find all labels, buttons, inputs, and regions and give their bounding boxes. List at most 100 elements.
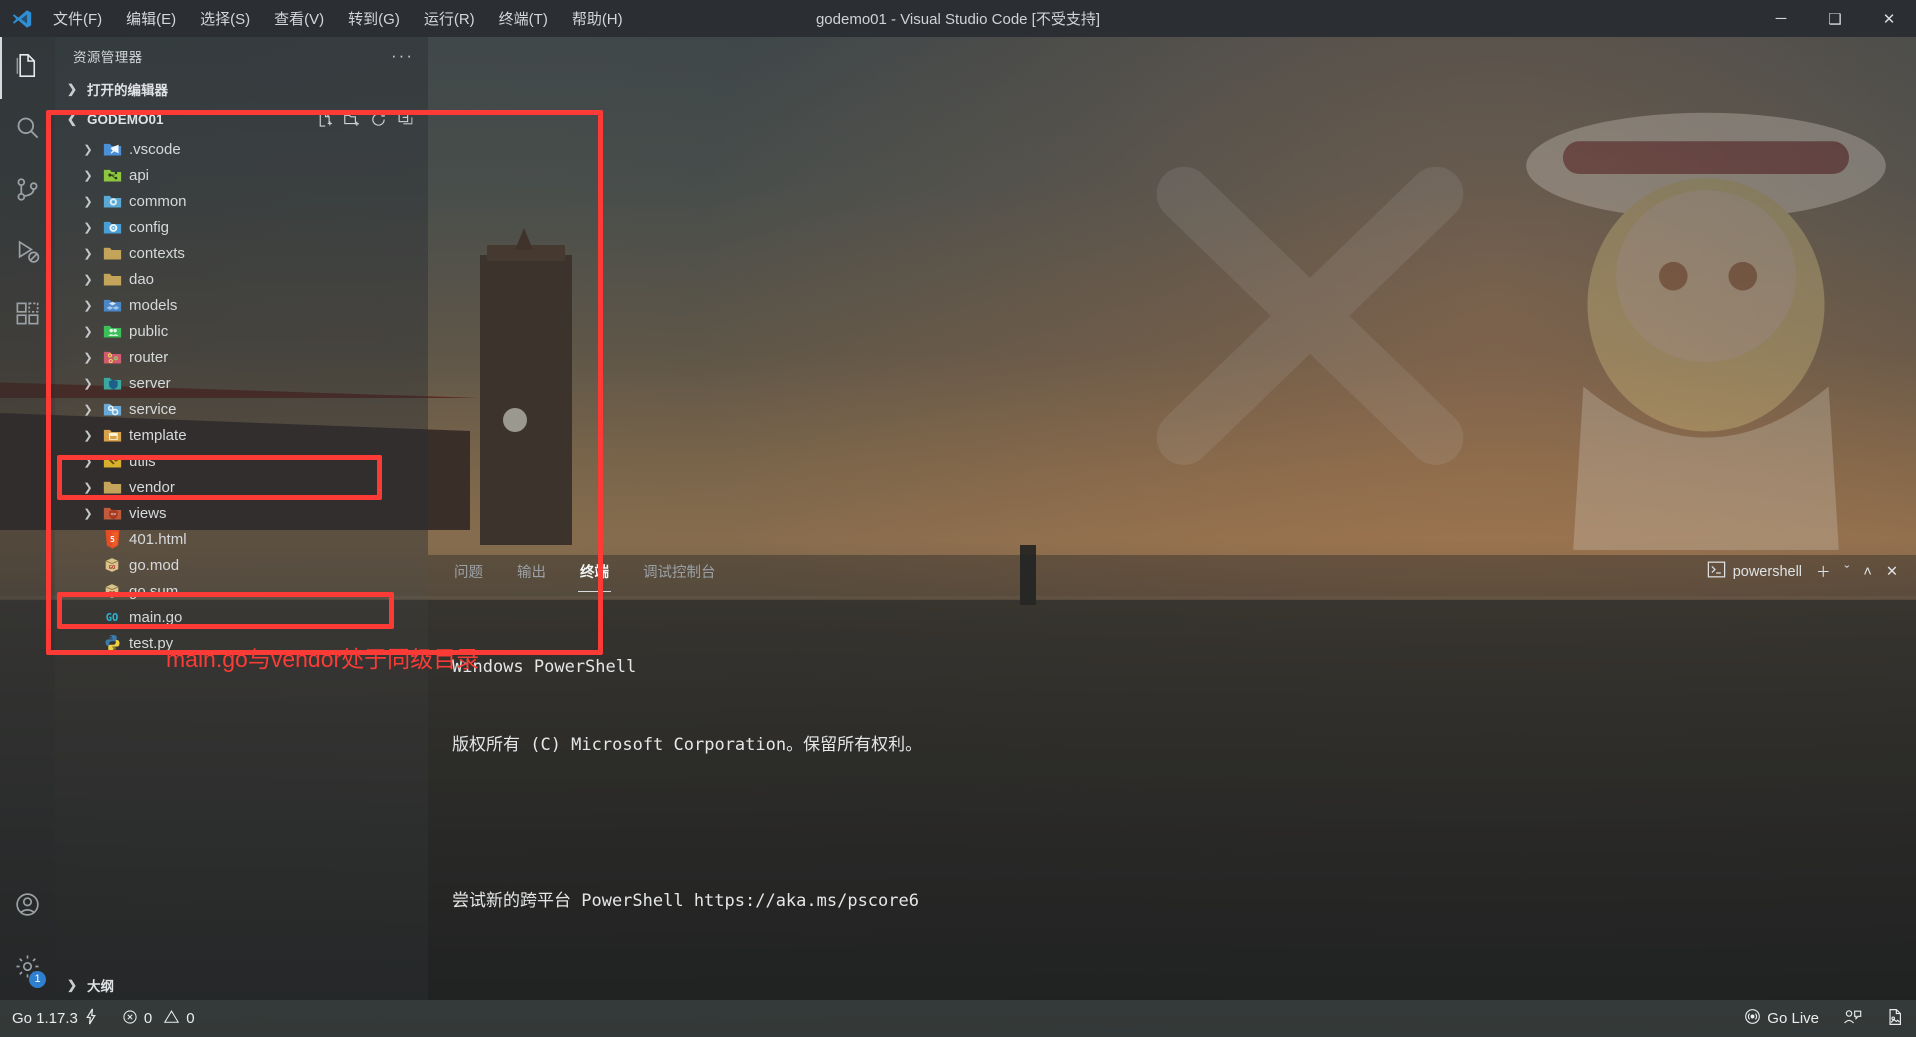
menu-selection[interactable]: 选择(S) bbox=[191, 5, 259, 32]
tab-terminal[interactable]: 终端 bbox=[578, 555, 611, 592]
tree-row-label: dao bbox=[129, 270, 155, 288]
plain-folder-icon bbox=[99, 271, 125, 288]
tree-row-server[interactable]: ❯ server bbox=[55, 370, 428, 396]
status-preview[interactable] bbox=[1874, 1000, 1916, 1037]
tab-output[interactable]: 输出 bbox=[515, 555, 548, 588]
tree-row-main-go[interactable]: ❯GOmain.go bbox=[55, 604, 428, 630]
close-button[interactable]: ✕ bbox=[1862, 0, 1916, 37]
tree-row-contexts[interactable]: ❯ contexts bbox=[55, 240, 428, 266]
menu-edit[interactable]: 编辑(E) bbox=[117, 5, 185, 32]
tree-row--vscode[interactable]: ❯ .vscode bbox=[55, 136, 428, 162]
activity-run-debug[interactable] bbox=[0, 223, 55, 285]
sidebar-more-actions[interactable]: ··· bbox=[391, 46, 414, 66]
tree-row-go-sum[interactable]: ❯GOgo.sum bbox=[55, 578, 428, 604]
status-live-share[interactable] bbox=[1831, 1000, 1874, 1037]
new-folder-icon[interactable] bbox=[343, 111, 360, 128]
vscode-logo-icon bbox=[0, 8, 44, 30]
menu-bar: 文件(F) 编辑(E) 选择(S) 查看(V) 转到(G) 运行(R) 终端(T… bbox=[44, 5, 632, 32]
activity-accounts[interactable] bbox=[0, 876, 55, 938]
status-go-version[interactable]: Go 1.17.3 bbox=[0, 1000, 110, 1037]
menu-view[interactable]: 查看(V) bbox=[265, 5, 333, 32]
terminal-split-dropdown[interactable]: ˇ bbox=[1845, 564, 1850, 580]
tree-row-401-html[interactable]: ❯5401.html bbox=[55, 526, 428, 552]
tab-problems[interactable]: 问题 bbox=[452, 555, 485, 588]
menu-go[interactable]: 转到(G) bbox=[339, 5, 409, 32]
tree-row-models[interactable]: ❯ models bbox=[55, 292, 428, 318]
terminal-selector[interactable]: powershell bbox=[1707, 561, 1802, 582]
svg-text:GO: GO bbox=[109, 591, 115, 597]
go-version-label: Go 1.17.3 bbox=[12, 1010, 78, 1027]
tree-row-label: .vscode bbox=[129, 140, 181, 158]
explorer-section-actions bbox=[316, 111, 428, 128]
go-mod-icon: GO bbox=[99, 556, 125, 574]
vscode-folder-icon bbox=[99, 141, 125, 158]
tree-row-label: models bbox=[129, 296, 178, 314]
tree-row-router[interactable]: ❯ router bbox=[55, 344, 428, 370]
terminal-output[interactable]: Windows PowerShell 版权所有 (C) Microsoft Co… bbox=[428, 588, 1916, 1037]
section-project-root[interactable]: ❮ GODEMO01 bbox=[55, 104, 428, 134]
menu-run[interactable]: 运行(R) bbox=[415, 5, 484, 32]
terminal-selector-label: powershell bbox=[1732, 563, 1803, 580]
section-outline[interactable]: ❯ 大纲 bbox=[55, 970, 428, 1000]
new-terminal-button[interactable]: ＋ bbox=[1816, 561, 1831, 582]
terminal-line: Windows PowerShell bbox=[452, 657, 637, 677]
activity-source-control[interactable] bbox=[0, 161, 55, 223]
template-folder-icon bbox=[99, 427, 125, 444]
refresh-icon[interactable] bbox=[370, 111, 387, 128]
tree-row-test-py[interactable]: ❯test.py bbox=[55, 630, 428, 656]
vscode-window: 文件(F) 编辑(E) 选择(S) 查看(V) 转到(G) 运行(R) 终端(T… bbox=[0, 0, 1916, 1037]
tree-row-label: public bbox=[129, 322, 169, 340]
public-folder-icon bbox=[99, 323, 125, 340]
collapse-all-icon[interactable] bbox=[397, 111, 414, 128]
minimize-button[interactable]: ─ bbox=[1754, 0, 1808, 37]
tree-row-service[interactable]: ❯ service bbox=[55, 396, 428, 422]
maximize-button[interactable]: ❑ bbox=[1808, 0, 1862, 37]
chevron-right-icon: ❯ bbox=[83, 143, 93, 156]
tree-row-label: contexts bbox=[129, 244, 185, 262]
tree-row-config[interactable]: ❯ config bbox=[55, 214, 428, 240]
go-live-label: Go Live bbox=[1767, 1010, 1819, 1027]
chevron-right-icon: ❯ bbox=[66, 978, 78, 992]
live-share-icon bbox=[1843, 1008, 1862, 1030]
tree-row-go-mod[interactable]: ❯GOgo.mod bbox=[55, 552, 428, 578]
server-folder-icon bbox=[99, 375, 125, 392]
tree-row-views[interactable]: ❯ <> views bbox=[55, 500, 428, 526]
chevron-right-icon: ❯ bbox=[83, 507, 93, 520]
tree-row-dao[interactable]: ❯ dao bbox=[55, 266, 428, 292]
window-controls: ─ ❑ ✕ bbox=[1754, 0, 1916, 37]
chevron-right-icon: ❯ bbox=[83, 481, 93, 494]
tree-row-api[interactable]: ❯ api bbox=[55, 162, 428, 188]
section-open-editors[interactable]: ❯ 打开的编辑器 bbox=[55, 74, 428, 104]
chevron-right-icon: ❯ bbox=[83, 273, 93, 286]
menu-file[interactable]: 文件(F) bbox=[44, 5, 111, 32]
tree-row-utils[interactable]: ❯ utils bbox=[55, 448, 428, 474]
tree-row-vendor[interactable]: ❯ vendor bbox=[55, 474, 428, 500]
tab-debug-console[interactable]: 调试控制台 bbox=[641, 555, 718, 588]
new-file-icon[interactable] bbox=[316, 111, 333, 128]
status-go-live[interactable]: Go Live bbox=[1732, 1000, 1831, 1037]
warning-icon bbox=[163, 1009, 180, 1029]
maximize-panel-button[interactable]: ˄ bbox=[1863, 564, 1871, 580]
close-panel-button[interactable]: ✕ bbox=[1886, 564, 1898, 580]
chevron-right-icon: ❯ bbox=[83, 299, 93, 312]
tree-row-label: views bbox=[129, 504, 167, 522]
activity-explorer[interactable] bbox=[0, 37, 55, 99]
activity-settings[interactable]: 1 bbox=[0, 938, 55, 1000]
status-problems[interactable]: 0 0 bbox=[110, 1000, 207, 1037]
menu-help[interactable]: 帮助(H) bbox=[563, 5, 632, 32]
tree-row-label: service bbox=[129, 400, 177, 418]
tree-row-template[interactable]: ❯ template bbox=[55, 422, 428, 448]
menu-terminal[interactable]: 终端(T) bbox=[490, 5, 557, 32]
broadcast-icon bbox=[1744, 1008, 1761, 1029]
activity-search[interactable] bbox=[0, 99, 55, 161]
files-icon bbox=[14, 52, 41, 84]
terminal-icon bbox=[1707, 561, 1726, 582]
tree-row-common[interactable]: ❯ common bbox=[55, 188, 428, 214]
tree-row-label: template bbox=[129, 426, 187, 444]
utils-folder-icon bbox=[99, 453, 125, 470]
activity-extensions[interactable] bbox=[0, 285, 55, 347]
tree-row-label: utils bbox=[129, 452, 156, 470]
chevron-right-icon: ❯ bbox=[83, 325, 93, 338]
tree-row-public[interactable]: ❯ public bbox=[55, 318, 428, 344]
panel-actions: powershell ＋ ˇ ˄ ✕ bbox=[1707, 561, 1916, 582]
